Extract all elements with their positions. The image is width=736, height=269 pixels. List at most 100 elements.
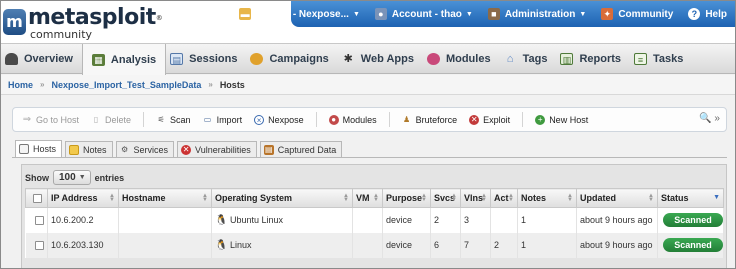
tab-reports[interactable]: ▥ Reports [556,44,630,74]
tab-web-apps[interactable]: ✱ Web Apps [338,44,423,74]
web-apps-icon: ✱ [343,53,353,65]
host-vlns: 3 [460,207,491,233]
sort-icon: ▲ ▼ [481,193,487,203]
chevron-down-icon: ▼ [465,10,473,18]
sort-icon: ▲ ▼ [343,193,349,203]
host-svcs: 2 [430,207,461,233]
host-os: 🐧 Linux [211,232,353,258]
tab-analysis[interactable]: ▦ Analysis [81,44,167,75]
services-icon: ⚙ [120,144,129,154]
tab-notes[interactable]: Notes [65,141,113,157]
host-purpose: device [382,207,431,233]
linux-penguin-icon: 🐧 [215,214,228,226]
new-host-button[interactable]: + New Host [535,114,588,125]
folder-icon: ▬ [239,8,252,20]
column-purpose[interactable]: Purpose ▲ ▼ [382,188,431,208]
table-row[interactable]: 10.6.203.130 🐧 Linux device 6 7 2 1 about… [25,232,724,258]
host-notes: 1 [517,207,577,233]
exploit-button[interactable]: ✕ Exploit [469,114,510,125]
table-row[interactable]: 10.6.200.2 🐧 Ubuntu Linux device 2 3 1 ab… [25,207,724,233]
host-subtabs: Hosts Notes ⚙ Services ✕ Vulnerabilities… [15,140,345,157]
import-icon: ▭ [203,114,212,124]
breadcrumb-project[interactable]: Nexpose_Import_Test_SampleData [51,80,201,90]
sort-icon: ▲ ▼ [567,193,573,203]
tab-campaigns[interactable]: Campaigns [246,44,337,74]
bruteforce-icon: ♟ [403,114,411,124]
row-checkbox[interactable] [34,216,44,226]
page-size-select[interactable]: 100 ▼ [53,170,91,185]
top-bar: m metasploit® community ▬ Project - Nexp… [1,1,735,43]
community-link[interactable]: ✦ Community [601,8,673,20]
tab-sessions[interactable]: ▤ Sessions [166,44,246,74]
account-menu[interactable]: ● Account - thao ▼ [374,8,473,20]
host-vlns: 7 [460,232,491,258]
notes-icon [69,144,80,155]
sessions-icon: ▤ [170,53,184,65]
host-action-toolbar: ⇒ Go to Host ▯ Delete ⚟ Scan ▭ Import × … [12,107,727,132]
column-ip-address[interactable]: IP Address ▲ ▼ [47,188,119,208]
administration-menu[interactable]: ■ Administration ▼ [487,8,587,20]
help-link[interactable]: ? Help [688,8,727,20]
column-notes[interactable]: Notes ▲ ▼ [517,188,577,208]
host-ip-link[interactable]: 10.6.200.2 [47,207,119,233]
bruteforce-button[interactable]: ♟ Bruteforce [402,114,457,125]
tab-services[interactable]: ⚙ Services [115,141,175,157]
host-updated: about 9 hours ago [576,232,658,258]
column-svcs[interactable]: Svcs ▲ ▼ [430,188,461,208]
column-updated[interactable]: Updated ▲ ▼ [576,188,658,208]
tab-modules[interactable]: Modules [423,44,500,74]
project-menu[interactable]: ▬ Project - Nexpose... ▼ [239,8,360,20]
breadcrumb-current: Hosts [219,79,245,90]
column-operating-system[interactable]: Operating System ▲ ▼ [211,188,353,208]
table-header-row: IP Address ▲ ▼ Hostname ▲ ▼ Operating System… [25,188,724,208]
hosts-table-panel: Show 100 ▼ entries IP Address ▲ ▼ Hostname… [21,164,727,268]
tab-hosts[interactable]: Hosts [15,140,63,157]
host-hostname [118,207,212,233]
toolbar-divider [315,112,317,127]
sort-icon: ▲ ▼ [202,193,208,203]
column-hostname[interactable]: Hostname ▲ ▼ [118,188,212,208]
sort-icon: ▲ ▼ [451,193,457,203]
column-vlns[interactable]: Vlns ▲ ▼ [460,188,491,208]
column-status[interactable]: Status ▼ [657,188,724,208]
tab-overview[interactable]: Overview [1,44,82,74]
status-badge: Scanned [663,238,723,252]
nexpose-button[interactable]: × Nexpose [254,114,304,125]
metasploit-logo[interactable]: m metasploit® community [3,7,163,41]
logo-mark-icon: m [3,9,26,35]
campaigns-icon [250,53,264,65]
column-vm[interactable]: VM ▲ ▼ [352,188,383,208]
add-icon: + [535,114,546,125]
select-all-header [25,188,48,208]
tab-tasks[interactable]: ≡ Tasks [630,44,692,74]
community-icon: ✦ [601,8,614,20]
tab-vulnerabilities[interactable]: ✕ Vulnerabilities [177,141,257,157]
scan-button[interactable]: ⚟ Scan [156,115,190,125]
tab-tags[interactable]: ⌂ Tags [500,44,557,74]
sort-icon: ▲ ▼ [373,193,379,203]
modules-button[interactable]: ● Modules [328,114,377,125]
breadcrumb-home[interactable]: Home [8,80,33,90]
hosts-table: IP Address ▲ ▼ Hostname ▲ ▼ Operating System… [25,188,724,258]
logo-sub: community [30,28,93,41]
app-window: m metasploit® community ▬ Project - Nexp… [0,0,736,269]
go-to-host-button[interactable]: ⇒ Go to Host [22,114,79,125]
delete-button[interactable]: ▯ Delete [91,115,131,125]
captured-data-icon: ▤ [263,144,274,155]
column-act[interactable]: Act ▲ ▼ [490,188,518,208]
chevron-down-icon: ▼ [78,174,86,181]
sort-icon: ▲ ▼ [648,193,654,203]
reports-icon: ▥ [560,53,574,65]
tab-captured-data[interactable]: ▤ Captured Data [259,141,343,157]
dashboard-icon [5,53,18,65]
sort-icon: ▲ ▼ [421,193,427,203]
vulnerabilities-icon: ✕ [181,144,192,155]
host-ip-link[interactable]: 10.6.203.130 [47,232,119,258]
host-os: 🐧 Ubuntu Linux [211,207,353,233]
chevron-down-icon: ▼ [579,10,587,18]
row-checkbox[interactable] [34,241,44,251]
import-button[interactable]: ▭ Import [203,114,242,125]
nexpose-icon: × [254,114,265,125]
select-all-checkbox[interactable] [33,194,42,204]
search-expand-icon[interactable]: 🔍 » [699,113,720,124]
